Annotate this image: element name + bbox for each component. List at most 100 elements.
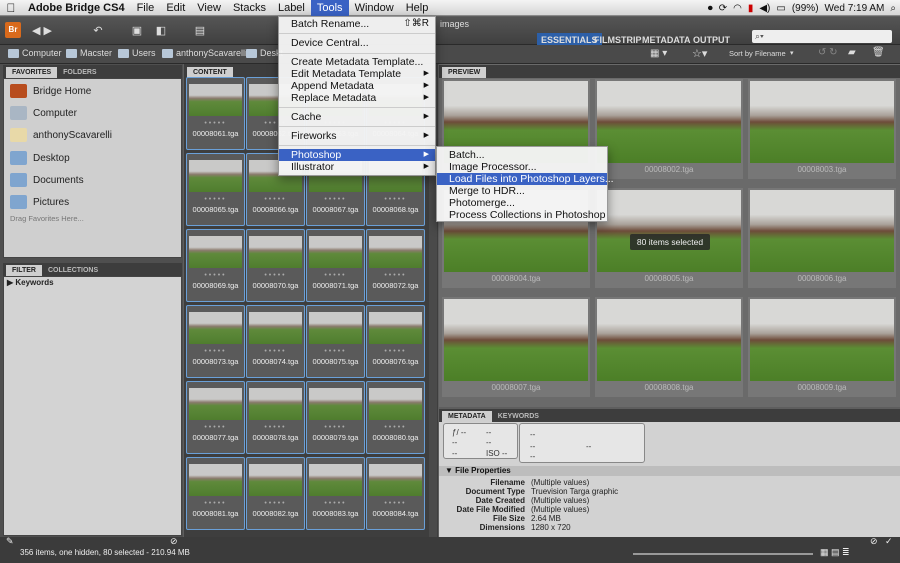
tab-folders[interactable]: FOLDERS <box>57 67 102 78</box>
preview-image[interactable]: 00008007.tga <box>442 297 590 397</box>
menu-ps-image-processor[interactable]: Image Processor... <box>437 161 607 173</box>
thumbnail[interactable]: ••••• 00008070.tga <box>246 229 305 302</box>
thumbnail[interactable]: ••••• 00008078.tga <box>246 381 305 454</box>
thumbnail[interactable]: ••••• 00008073.tga <box>186 305 245 378</box>
thumbnail[interactable]: ••••• 00008079.tga <box>306 381 365 454</box>
thumbnail[interactable]: ••••• 00008069.tga <box>186 229 245 302</box>
app-menu[interactable]: Adobe Bridge CS4 <box>22 0 131 16</box>
tab-metadata[interactable]: METADATA <box>442 411 492 422</box>
thumbnail[interactable]: ••••• 00008082.tga <box>246 457 305 530</box>
thumbnail[interactable]: ••••• 00008083.tga <box>306 457 365 530</box>
preview-image[interactable]: 00008008.tga <box>595 297 743 397</box>
metadata-value[interactable]: 2.64 MB <box>531 514 561 523</box>
breadcrumb-macster[interactable]: Macster <box>66 48 112 58</box>
menu-help[interactable]: Help <box>400 0 435 16</box>
menu-ps-photomerge[interactable]: Photomerge... <box>437 197 607 209</box>
thumbnail[interactable]: ••••• 00008071.tga <box>306 229 365 302</box>
tab-preview[interactable]: PREVIEW <box>442 67 487 78</box>
tab-collections[interactable]: COLLECTIONS <box>42 265 104 276</box>
trash-icon[interactable]: 🗑 <box>872 47 885 58</box>
metadata-value[interactable]: Truevision Targa graphic <box>531 487 618 496</box>
thumbnail[interactable]: ••••• 00008061.tga <box>186 77 245 150</box>
menu-illustrator[interactable]: Illustrator ▶ <box>279 161 435 173</box>
thumbnail-quality-icon[interactable]: ▦ ▾ <box>650 48 667 59</box>
pin-icon[interactable]: ✎ <box>6 536 14 547</box>
tab-filter[interactable]: FILTER <box>6 265 42 276</box>
tab-keywords[interactable]: KEYWORDS <box>492 411 545 422</box>
search-input[interactable]: ⌕▾ <box>752 30 892 43</box>
new-folder-icon[interactable]: ▰ <box>848 47 856 58</box>
wifi-icon[interactable]: ◠ <box>733 3 742 14</box>
menu-replace-metadata[interactable]: Replace Metadata ▶ <box>279 92 435 104</box>
menu-cache[interactable]: Cache ▶ <box>279 111 435 123</box>
battery-icon[interactable]: ▭ <box>776 3 785 14</box>
sort-chevron-icon[interactable]: ▾ <box>790 49 794 57</box>
fav-computer[interactable]: Computer <box>10 103 77 123</box>
view-grid-icon[interactable]: ▦ ▤ ≣ <box>820 547 850 558</box>
breadcrumb-users[interactable]: Users <box>118 48 156 58</box>
menu-ps-load-layers[interactable]: Load Files into Photoshop Layers... <box>437 173 614 185</box>
menu-fireworks[interactable]: Fireworks ▶ <box>279 130 435 142</box>
fav-bridge-home[interactable]: Bridge Home <box>10 81 91 101</box>
fav-desktop[interactable]: Desktop <box>10 148 70 168</box>
thumbnail[interactable]: ••••• 00008081.tga <box>186 457 245 530</box>
sort-menu[interactable]: Sort by Filename <box>729 49 786 58</box>
check-icon[interactable]: ✓ <box>885 536 893 547</box>
thumbnail-size-slider[interactable] <box>633 553 813 555</box>
spotlight-icon[interactable]: ⌕ <box>890 3 896 14</box>
status-icon[interactable]: ⏺ <box>708 3 713 14</box>
apple-icon[interactable]:  <box>0 0 22 16</box>
thumbnail[interactable]: ••••• 00008076.tga <box>366 305 425 378</box>
clock[interactable]: Wed 7:19 AM <box>825 3 885 14</box>
filter-keywords[interactable]: ▶ Keywords <box>7 278 54 287</box>
sync-icon[interactable]: ⟳ <box>719 3 727 14</box>
no-entry-icon[interactable]: ⊘ <box>870 536 878 547</box>
menu-ps-merge-hdr[interactable]: Merge to HDR... <box>437 185 607 197</box>
thumbnail[interactable]: ••••• 00008077.tga <box>186 381 245 454</box>
menu-stacks[interactable]: Stacks <box>227 0 272 16</box>
menu-append-metadata[interactable]: Append Metadata ▶ <box>279 80 435 92</box>
menu-device-central[interactable]: Device Central... <box>279 37 435 49</box>
thumbnail[interactable]: ••••• 00008074.tga <box>246 305 305 378</box>
fav-pictures[interactable]: Pictures <box>10 192 69 212</box>
menu-edit[interactable]: Edit <box>160 0 191 16</box>
preview-image[interactable]: 00008002.tga <box>595 79 743 179</box>
menu-edit-metadata-template[interactable]: Edit Metadata Template ▶ <box>279 68 435 80</box>
camera-icon[interactable]: ▣ <box>128 23 146 39</box>
thumbnail[interactable]: ••••• 00008080.tga <box>366 381 425 454</box>
menu-label[interactable]: Label <box>272 0 311 16</box>
menu-tools[interactable]: Tools <box>310 0 349 16</box>
thumbnail[interactable]: ••••• 00008072.tga <box>366 229 425 302</box>
preview-image[interactable]: 00008009.tga <box>748 297 896 397</box>
thumbnail[interactable]: ••••• 00008075.tga <box>306 305 365 378</box>
file-properties-header[interactable]: ▼ File Properties <box>439 466 900 476</box>
open-in-camera-raw-icon[interactable]: ▤ <box>190 23 210 39</box>
breadcrumb-computer[interactable]: Computer <box>8 48 62 58</box>
metadata-value[interactable]: (Multiple values) <box>531 478 589 487</box>
menu-create-metadata-template[interactable]: Create Metadata Template... <box>279 56 435 68</box>
star-filter-icon[interactable]: ☆▾ <box>692 47 707 60</box>
rotate-icon[interactable]: ↺ ↻ <box>818 47 838 58</box>
tab-favorites[interactable]: FAVORITES <box>6 67 58 78</box>
metadata-value[interactable]: 1280 x 720 <box>531 523 571 532</box>
menu-batch-rename[interactable]: Batch Rename... ⇧⌘R <box>279 18 435 30</box>
menu-file[interactable]: File <box>131 0 161 16</box>
back-forward-icon[interactable]: ◀ ▶ <box>28 23 56 39</box>
breadcrumb-user[interactable]: anthonyScavarelli <box>162 48 247 58</box>
thumbnail[interactable]: ••••• 00008065.tga <box>186 153 245 226</box>
volume-icon[interactable]: ◀) <box>759 3 770 14</box>
menu-view[interactable]: View <box>191 0 227 16</box>
metadata-value[interactable]: (Multiple values) <box>531 505 589 514</box>
flag-icon[interactable]: ▮ <box>748 3 754 14</box>
preview-image[interactable]: 00008003.tga <box>748 79 896 179</box>
menu-photoshop[interactable]: Photoshop ▶ <box>279 149 435 161</box>
preview-image[interactable]: 00008006.tga <box>748 188 896 288</box>
menu-ps-batch[interactable]: Batch... <box>437 149 607 161</box>
no-entry-icon[interactable]: ⊘ <box>170 536 178 547</box>
refine-icon[interactable]: ◧ <box>152 23 170 39</box>
fav-home[interactable]: anthonyScavarelli <box>10 125 112 145</box>
menu-window[interactable]: Window <box>349 0 400 16</box>
metadata-value[interactable]: (Multiple values) <box>531 496 589 505</box>
thumbnail[interactable]: ••••• 00008084.tga <box>366 457 425 530</box>
fav-documents[interactable]: Documents <box>10 170 84 190</box>
